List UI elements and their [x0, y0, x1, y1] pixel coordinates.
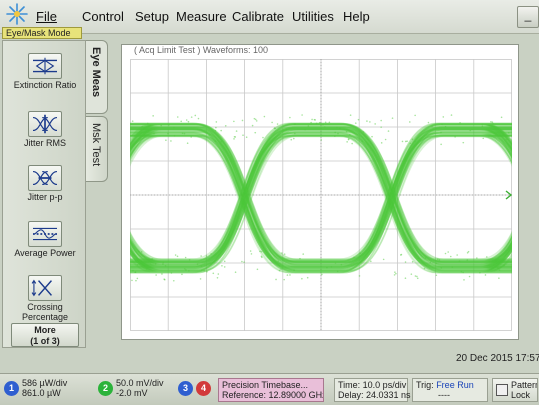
menu-help[interactable]: Help	[343, 9, 370, 24]
tab-eye-meas[interactable]: Eye Meas	[86, 40, 108, 114]
measurement-panel: Extinction Ratio Jitter RMS Jitter p-p A…	[2, 40, 86, 348]
channel-1-scale: 586 µW/div	[22, 378, 68, 388]
minimize-button[interactable]: _	[517, 6, 539, 28]
trigger-subvalue: ----	[438, 390, 450, 400]
trigger-value: Free Run	[436, 380, 474, 390]
channel-2-scale: 50.0 mV/div	[116, 378, 164, 388]
menu-measure[interactable]: Measure	[176, 9, 227, 24]
trigger-line: Trig: Free Run	[416, 380, 484, 390]
menu-control[interactable]: Control	[82, 9, 124, 24]
channel-1-offset: 861.0 µW	[22, 388, 61, 398]
graticule	[130, 59, 512, 331]
time-delay: Delay: 24.0331 ns	[338, 390, 411, 400]
timebase-settings[interactable]: 3 4 Precision Timebase... Reference: 12.…	[176, 378, 324, 402]
trigger-label: Trig:	[416, 380, 434, 390]
status-bar: 1 586 µW/div 861.0 µW 2 50.0 mV/div -2.0…	[0, 373, 539, 405]
pattern-lock-label-2: Lock	[511, 390, 531, 400]
channel-2-settings[interactable]: 2 50.0 mV/div -2.0 mV	[98, 378, 172, 402]
jitter-rms-button[interactable]: Jitter RMS	[9, 111, 81, 148]
more-button-page: (1 of 3)	[30, 336, 60, 346]
more-button-label: More	[34, 325, 56, 335]
jitter-pp-icon	[28, 165, 62, 191]
menu-utilities[interactable]: Utilities	[292, 9, 334, 24]
crossing-percentage-icon	[28, 275, 62, 301]
menu-file[interactable]: File	[36, 9, 57, 24]
time-settings[interactable]: Time: 10.0 ps/div Delay: 24.0331 ns	[334, 378, 411, 402]
crossing-percentage-button[interactable]: Crossing Percentage	[9, 275, 81, 322]
acquisition-status: ( Acq Limit Test ) Waveforms: 100	[134, 45, 269, 55]
timebase-title: Precision Timebase...	[222, 380, 309, 390]
scope-display[interactable]: ( Acq Limit Test ) Waveforms: 100	[121, 44, 519, 340]
channel-2-text: 50.0 mV/div -2.0 mV	[116, 378, 164, 398]
more-button[interactable]: More (1 of 3)	[11, 323, 79, 347]
channel-1-icon: 1	[4, 381, 19, 396]
channel-2-offset: -2.0 mV	[116, 388, 148, 398]
app-logo-icon	[6, 3, 28, 25]
tab-eye-meas-label: Eye Meas	[90, 47, 102, 98]
average-power-button[interactable]: Average Power	[9, 221, 81, 258]
timebase-reference: Reference: 12.89000 GHz	[222, 390, 324, 400]
menu-calibrate[interactable]: Calibrate	[232, 9, 284, 24]
jitter-rms-label: Jitter RMS	[23, 138, 66, 148]
jitter-pp-button[interactable]: Jitter p-p	[9, 165, 81, 202]
date-time: 20 Dec 2015 17:57	[456, 353, 539, 364]
extinction-ratio-button[interactable]: Extinction Ratio	[9, 53, 81, 90]
jitter-pp-label: Jitter p-p	[27, 192, 63, 202]
channel-3-icon[interactable]: 3	[178, 381, 193, 396]
mode-badge: Eye/Mask Mode	[2, 27, 82, 39]
extinction-ratio-label: Extinction Ratio	[13, 80, 77, 90]
average-power-icon	[28, 221, 62, 247]
pattern-lock-icon	[496, 384, 508, 396]
pattern-lock-button[interactable]: Pattern Lock	[492, 378, 538, 402]
time-scale: Time: 10.0 ps/div	[338, 380, 407, 390]
menu-setup[interactable]: Setup	[135, 9, 169, 24]
jitter-rms-icon	[28, 111, 62, 137]
tab-msk-test[interactable]: Msk Test	[86, 116, 108, 182]
channel-1-text: 586 µW/div 861.0 µW	[22, 378, 67, 398]
extinction-ratio-icon	[28, 53, 62, 79]
pattern-lock-label: Pattern	[511, 380, 538, 390]
channel-1-settings[interactable]: 1 586 µW/div 861.0 µW	[4, 378, 86, 402]
crossing-percentage-label: Crossing Percentage	[21, 302, 69, 322]
average-power-label: Average Power	[14, 248, 76, 258]
channel-2-icon: 2	[98, 381, 113, 396]
precision-timebase[interactable]: Precision Timebase... Reference: 12.8900…	[218, 378, 324, 402]
trigger-settings[interactable]: Trig: Free Run ----	[412, 378, 488, 402]
tab-msk-test-label: Msk Test	[90, 123, 102, 167]
channel-4-icon[interactable]: 4	[196, 381, 211, 396]
